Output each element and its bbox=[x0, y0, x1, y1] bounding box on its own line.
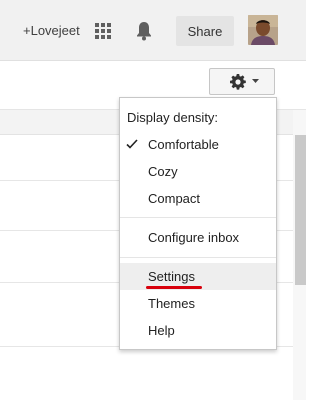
menu-item-cozy[interactable]: Cozy bbox=[120, 158, 276, 185]
menu-item-themes[interactable]: Themes bbox=[120, 290, 276, 317]
top-bar: +Lovejeet Share bbox=[0, 0, 306, 61]
settings-button[interactable] bbox=[209, 68, 275, 95]
menu-separator bbox=[120, 217, 276, 218]
settings-dropdown-menu: Display density: Comfortable Cozy Compac… bbox=[119, 97, 277, 350]
caret-down-icon bbox=[252, 79, 259, 83]
menu-item-label: Configure inbox bbox=[148, 230, 240, 245]
menu-item-label: Themes bbox=[148, 296, 195, 311]
share-button[interactable]: Share bbox=[176, 16, 234, 46]
menu-item-label: Settings bbox=[148, 269, 195, 284]
avatar[interactable] bbox=[248, 15, 278, 45]
annotation-underline bbox=[146, 286, 202, 289]
scrollbar-thumb[interactable] bbox=[295, 135, 306, 285]
menu-item-label: Help bbox=[148, 323, 175, 338]
share-label: Share bbox=[187, 23, 223, 39]
user-profile-link[interactable]: +Lovejeet bbox=[23, 23, 80, 38]
menu-item-help[interactable]: Help bbox=[120, 317, 276, 344]
apps-grid-icon[interactable] bbox=[95, 23, 111, 39]
bell-icon[interactable] bbox=[135, 21, 153, 41]
menu-item-label: Compact bbox=[148, 191, 201, 206]
menu-item-comfortable[interactable]: Comfortable bbox=[120, 131, 276, 158]
menu-item-label: Comfortable bbox=[148, 137, 219, 152]
checkmark-icon bbox=[126, 139, 138, 149]
menu-item-configure-inbox[interactable]: Configure inbox bbox=[120, 224, 276, 251]
gear-icon bbox=[230, 74, 246, 90]
menu-item-compact[interactable]: Compact bbox=[120, 185, 276, 212]
display-density-heading: Display density: bbox=[127, 110, 219, 125]
menu-item-label: Cozy bbox=[148, 164, 178, 179]
menu-separator bbox=[120, 257, 276, 258]
